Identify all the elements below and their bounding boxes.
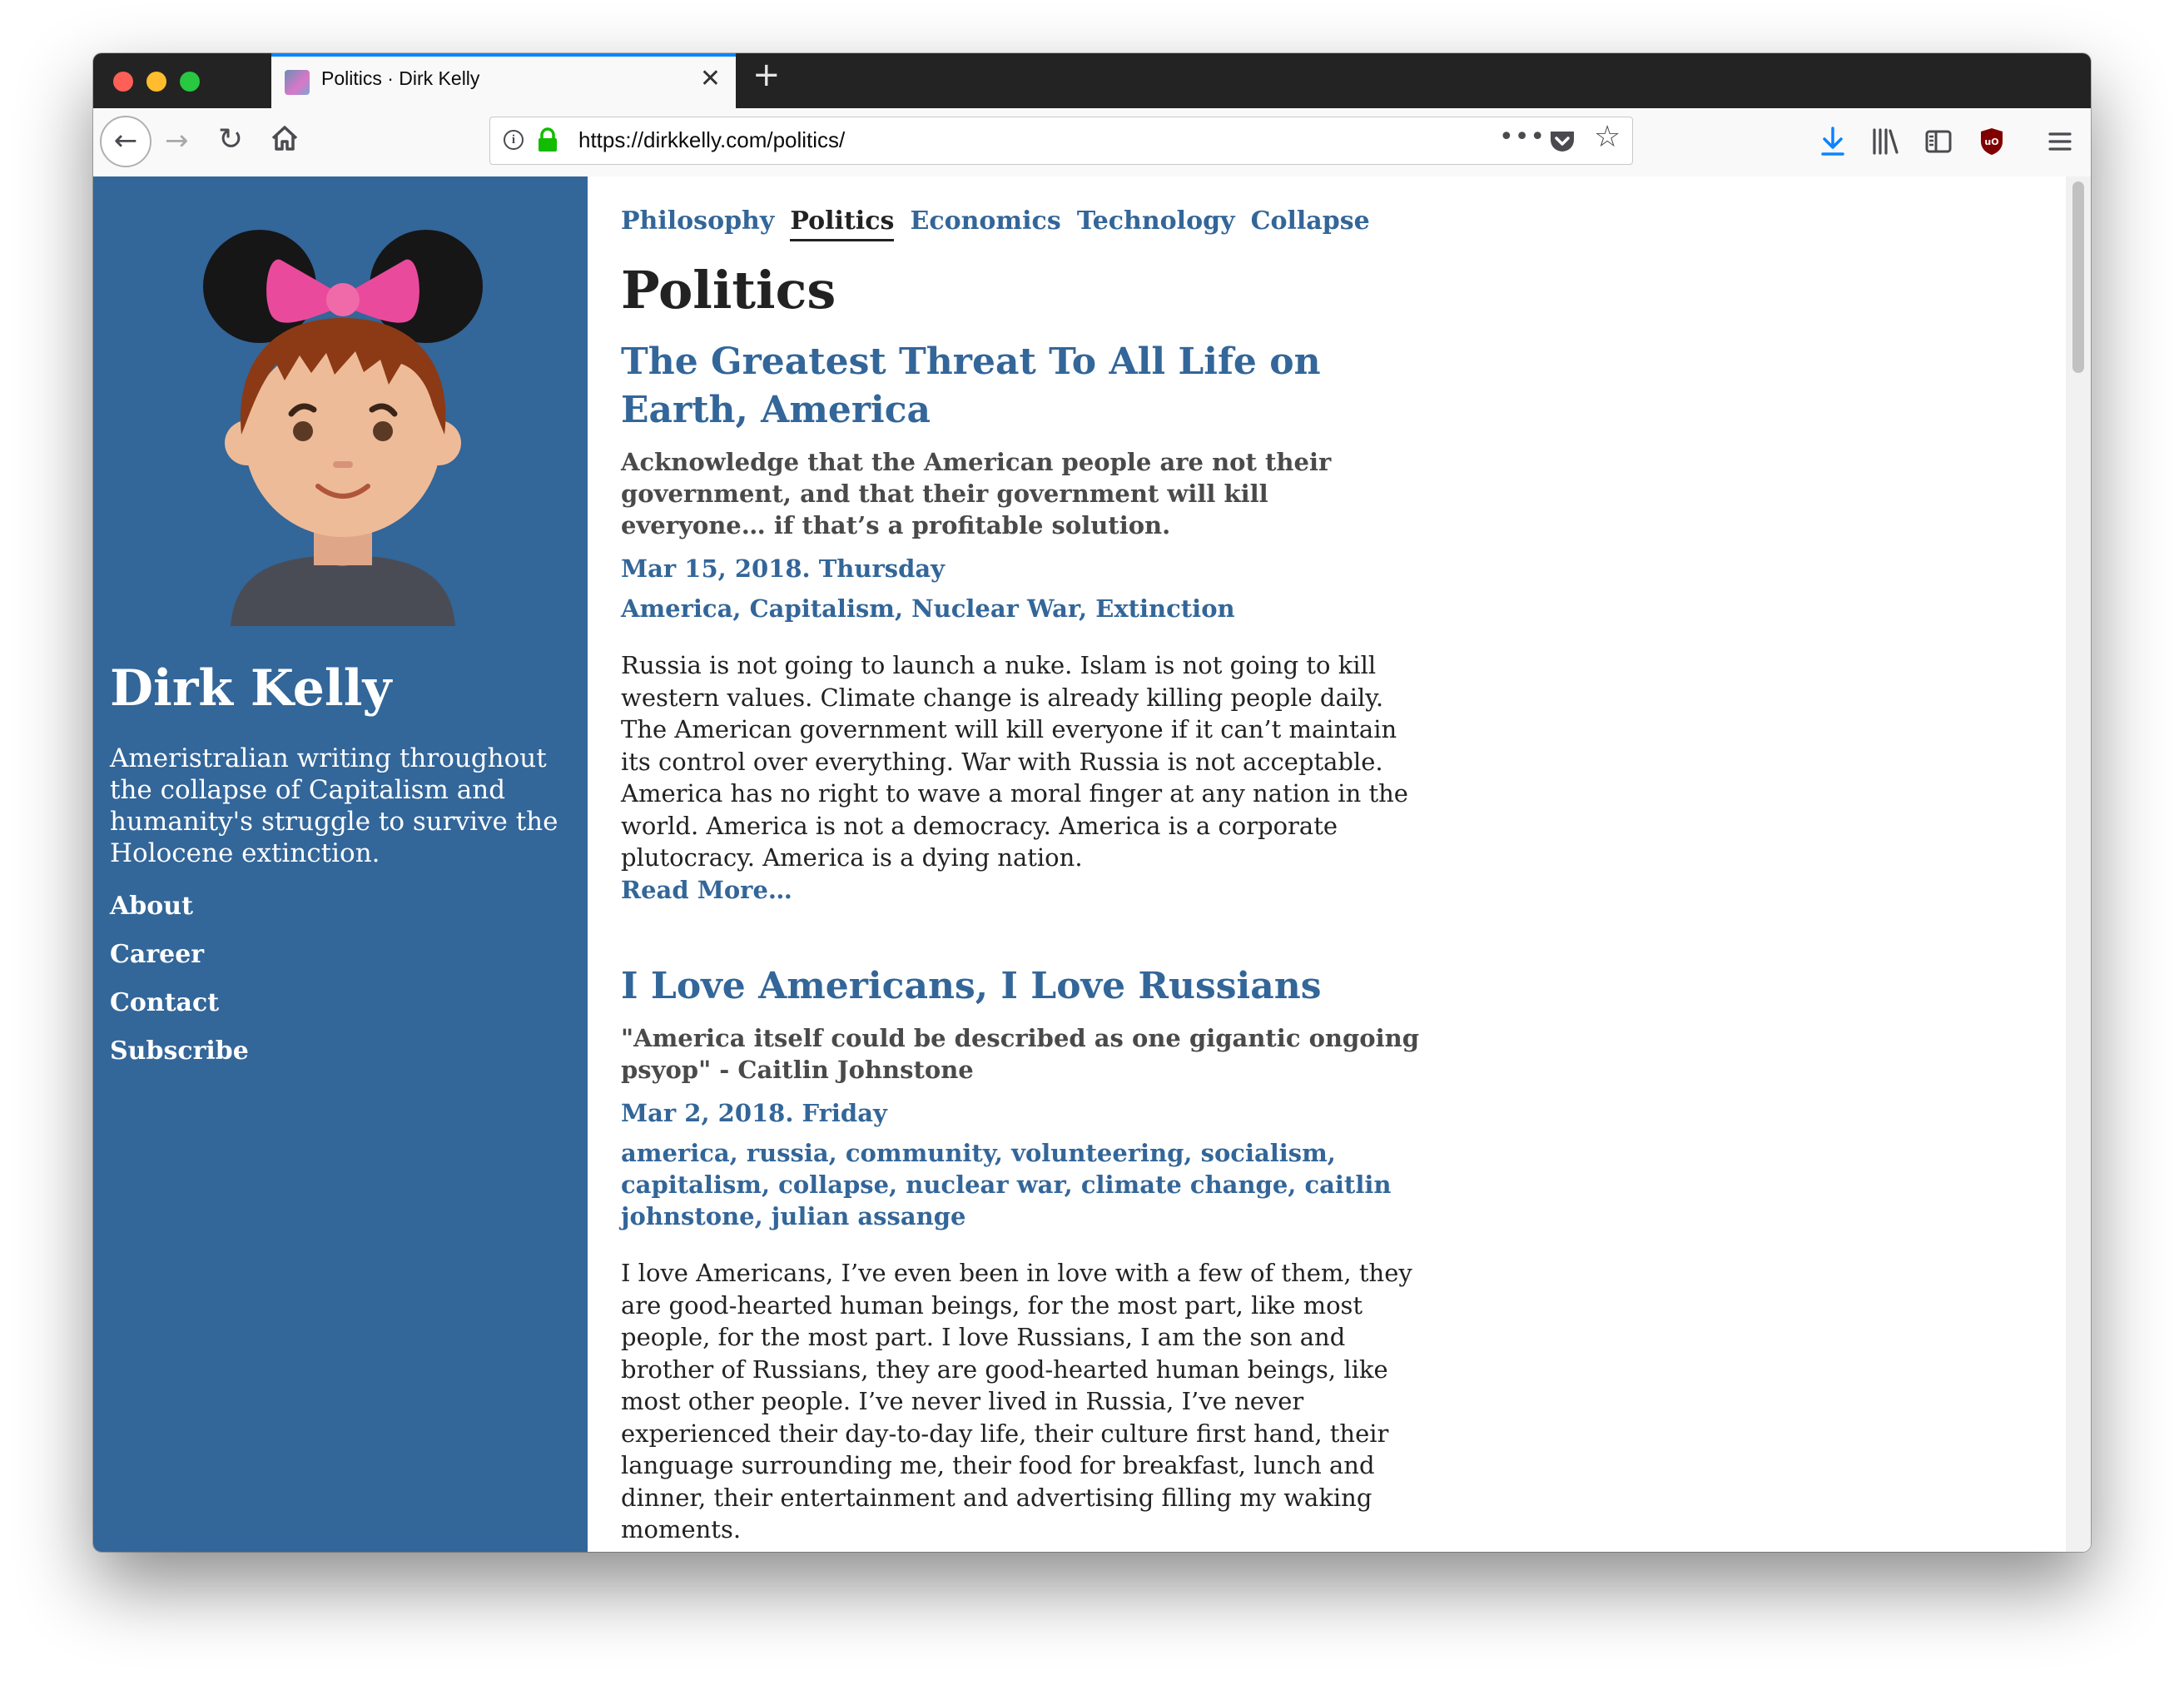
post-excerpt: I love Americans, I’ve even been in love… [621, 1259, 1412, 1543]
forward-arrow-icon[interactable]: → [165, 127, 189, 155]
post-2: I Love Americans, I Love Russians "Ameri… [621, 962, 1420, 1546]
main-content: Philosophy Politics Economics Technology… [611, 176, 1443, 1552]
minimize-window-button[interactable] [146, 72, 166, 92]
tab-title: Politics · Dirk Kelly [321, 67, 480, 89]
url-text[interactable]: https://dirkkelly.com/politics/ [578, 127, 845, 153]
nav-philosophy[interactable]: Philosophy [621, 206, 774, 239]
post-tags[interactable]: america, russia, community, volunteering… [621, 1137, 1420, 1232]
post-subtitle: Acknowledge that the American people are… [621, 448, 1332, 539]
url-bar[interactable]: i https://dirkkelly.com/politics/ ••• ☆ [489, 117, 1633, 165]
lock-icon[interactable] [537, 127, 558, 152]
post-subtitle: "America itself could be described as on… [621, 1024, 1419, 1084]
back-arrow-icon: ← [113, 124, 138, 157]
ublock-icon[interactable]: uO [1979, 127, 2004, 157]
close-tab-icon[interactable]: ✕ [700, 67, 721, 92]
sidebar-icon[interactable] [1924, 127, 1953, 157]
post-excerpt-text: Russia is not going to launch a nuke. Is… [621, 651, 1408, 872]
nav-collapse[interactable]: Collapse [1251, 206, 1370, 239]
site-title[interactable]: Dirk Kelly [110, 659, 391, 718]
tab-bar: Politics · Dirk Kelly ✕ + [93, 53, 2091, 108]
post-date[interactable]: Mar 15, 2018. Thursday [621, 553, 1420, 584]
svg-text:uO: uO [1984, 137, 1998, 147]
sidebar-link-contact[interactable]: Contact [110, 979, 249, 1027]
post-tags[interactable]: America, Capitalism, Nuclear War, Extinc… [621, 593, 1420, 624]
reload-icon[interactable]: ↻ [218, 125, 243, 155]
close-window-button[interactable] [113, 72, 133, 92]
page-heading: Politics [621, 260, 836, 321]
sidebar-link-about[interactable]: About [110, 882, 249, 931]
tab-politics[interactable]: Politics · Dirk Kelly ✕ [271, 53, 736, 108]
sidebar-nav: About Career Contact Subscribe [110, 882, 249, 1076]
browser-window: Politics · Dirk Kelly ✕ + ← → ↻ i https:… [93, 53, 2091, 1552]
sidebar-link-career[interactable]: Career [110, 931, 249, 979]
sidebar-link-subscribe[interactable]: Subscribe [110, 1027, 249, 1076]
page-actions-icon[interactable]: ••• [1499, 122, 1546, 152]
navigation-toolbar: ← → ↻ i https://dirkkelly.com/politics/ … [93, 108, 2091, 177]
avatar [203, 230, 483, 626]
zoom-window-button[interactable] [180, 72, 200, 92]
pocket-icon[interactable] [1549, 129, 1576, 154]
read-more-link[interactable]: Read More… [621, 874, 1420, 906]
site-favicon-icon [285, 70, 310, 95]
nav-politics[interactable]: Politics [790, 206, 895, 241]
download-icon[interactable] [1819, 127, 1846, 157]
category-nav: Philosophy Politics Economics Technology… [621, 206, 1382, 241]
nav-economics[interactable]: Economics [910, 206, 1060, 239]
post-excerpt: Russia is not going to launch a nuke. Is… [621, 649, 1420, 906]
page-viewport: Dirk Kelly Ameristralian writing through… [93, 176, 2091, 1552]
vertical-scrollbar[interactable] [2066, 176, 2091, 1552]
scrollbar-thumb[interactable] [2072, 181, 2084, 373]
new-tab-button[interactable]: + [752, 58, 781, 92]
bookmark-star-icon[interactable]: ☆ [1594, 122, 1621, 152]
library-icon[interactable] [1871, 127, 1899, 157]
sidebar: Dirk Kelly Ameristralian writing through… [93, 176, 588, 1552]
back-button[interactable]: ← [100, 116, 151, 167]
post-date[interactable]: Mar 2, 2018. Friday [621, 1097, 1420, 1129]
nav-technology[interactable]: Technology [1077, 206, 1235, 239]
menu-icon[interactable] [2048, 127, 2072, 157]
post-title[interactable]: I Love Americans, I Love Russians [621, 962, 1420, 1011]
post-1: The Greatest Threat To All Life on Earth… [621, 338, 1420, 906]
home-icon[interactable] [270, 123, 300, 153]
info-icon[interactable]: i [504, 130, 524, 150]
site-description: Ameristralian writing throughout the col… [110, 743, 558, 868]
post-title[interactable]: The Greatest Threat To All Life on Earth… [621, 338, 1420, 435]
